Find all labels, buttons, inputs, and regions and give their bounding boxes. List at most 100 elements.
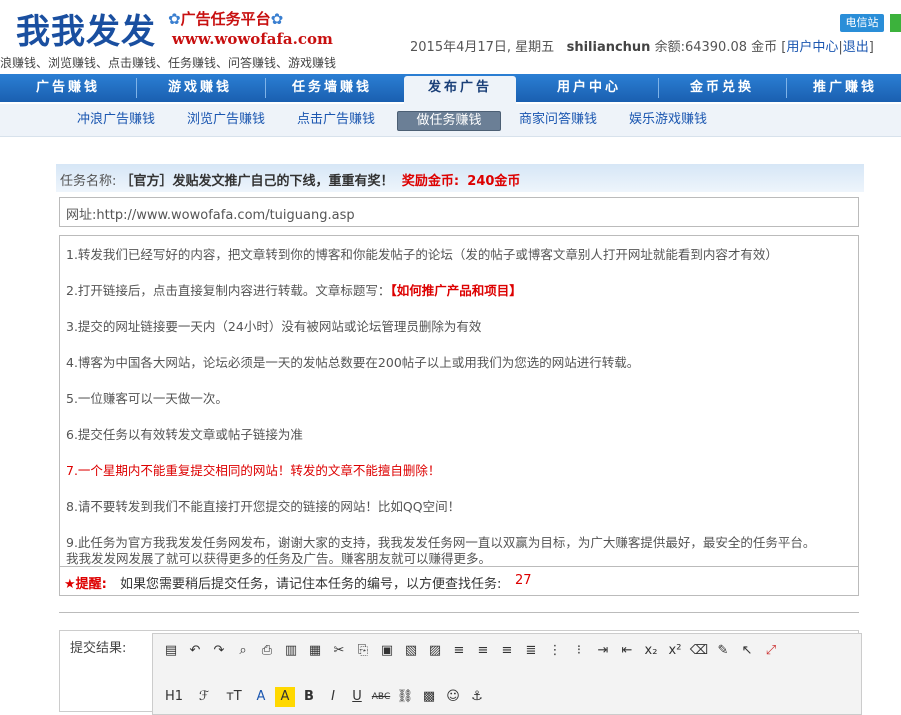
align-justify-icon[interactable]: ≣ <box>521 641 541 661</box>
rule-3: 3.提交的网址链接要一天内（24小时）没有被网站或论坛管理员删除为有效 <box>66 319 482 334</box>
italic-button[interactable]: I <box>323 687 343 707</box>
indent-icon[interactable]: ⇥ <box>593 641 613 661</box>
cut-icon[interactable]: ✂ <box>329 641 349 661</box>
submit-section: 提交结果: ▤ ↶ ↷ ⌕ ⎙ ▥ ▦ ✂ ⎘ ▣ ▧ ▨ ≡ ≡ ≡ ≣ ⋮ … <box>59 630 862 715</box>
nav-item-game-earn[interactable]: 游戏赚钱 <box>140 74 260 102</box>
highlight-color-button[interactable]: A <box>275 687 295 707</box>
username: shilianchun <box>566 40 651 55</box>
nav-divider <box>786 78 787 98</box>
rule-8: 8.请不要转发到我们不能直接打开您提交的链接的网站！比如QQ空间！ <box>66 499 461 514</box>
undo-icon[interactable]: ↶ <box>185 641 205 661</box>
rule-2: 2.打开链接后，点击直接复制内容进行转载。文章标题写：【如何推广产品和项目】 <box>66 280 522 299</box>
site-tagline: 浪赚钱、浏览赚钱、点击赚钱、任务赚钱、问答赚钱、游戏赚钱 <box>0 56 337 70</box>
task-url[interactable]: 网址:http://www.wowofafa.com/tuiguang.asp <box>66 204 355 223</box>
rule-1: 1.转发我们已经写好的内容，把文章转到你的博客和你能发帖子的论坛（发的帖子或博客… <box>66 247 778 262</box>
align-right-icon[interactable]: ≡ <box>497 641 517 661</box>
nav-divider <box>265 78 266 98</box>
task-name-label: 任务名称: <box>60 174 117 189</box>
subnav-item-surf-ad[interactable]: 冲浪广告赚钱 <box>70 111 162 129</box>
task-id: 27 <box>515 573 532 588</box>
strikethrough-button[interactable]: ABC <box>371 687 391 707</box>
rule-2-text: 2.打开链接后，点击直接复制内容进行转载。文章标题写： <box>66 283 391 298</box>
task-title-line: 任务名称: ［官方］发贴发文推广自己的下线，重重有奖！ 奖励金币: 240金币 <box>60 170 520 189</box>
task-url-box: 网址:http://www.wowofafa.com/tuiguang.asp <box>59 197 859 227</box>
nav-item-user-center[interactable]: 用户中心 <box>524 74 654 102</box>
paste-text-icon[interactable]: ▧ <box>401 641 421 661</box>
netcom-site-button[interactable] <box>890 14 901 32</box>
template-icon[interactable]: ▥ <box>281 641 301 661</box>
user-bar: 2015年4月17日, 星期五 shilianchun 余额:64390.08 … <box>410 40 874 55</box>
image-icon[interactable]: ▩ <box>419 687 439 707</box>
current-date: 2015年4月17日, 星期五 <box>410 40 555 55</box>
reminder-bar: ★提醒: 如果您需要稍后提交任务，请记住本任务的编号，以方便查找任务: 27 <box>59 566 859 596</box>
logout-link[interactable]: 退出 <box>843 40 869 55</box>
gear-icon: ✿ <box>270 10 284 28</box>
rule-5: 5.一位赚客可以一天做一次。 <box>66 391 228 406</box>
copy-icon[interactable]: ⎘ <box>353 641 373 661</box>
pointer-icon[interactable]: ↖ <box>737 641 757 661</box>
link-icon[interactable]: ⛓ <box>395 687 415 707</box>
outdent-icon[interactable]: ⇤ <box>617 641 637 661</box>
subscript-icon[interactable]: x₂ <box>641 641 661 661</box>
paste-icon[interactable]: ▣ <box>377 641 397 661</box>
main-nav: 广告赚钱 游戏赚钱 任务墙赚钱 发布广告 用户中心 金币兑换 推广赚钱 <box>0 74 901 106</box>
align-center-icon[interactable]: ≡ <box>473 641 493 661</box>
heading-dropdown[interactable]: H1 <box>161 687 187 707</box>
fullscreen-icon[interactable]: ⤢ <box>761 641 781 661</box>
anchor-icon[interactable]: ⚓ <box>467 687 487 707</box>
paste-word-icon[interactable]: ▨ <box>425 641 445 661</box>
font-family-dropdown[interactable]: ℱ <box>191 687 217 707</box>
redo-icon[interactable]: ↷ <box>209 641 229 661</box>
subnav-item-do-task[interactable]: 做任务赚钱 <box>397 111 501 131</box>
font-size-dropdown[interactable]: тT <box>221 687 247 707</box>
task-name: ［官方］发贴发文推广自己的下线，重重有奖！ <box>120 174 394 189</box>
nav-item-taskwall-earn[interactable]: 任务墙赚钱 <box>268 74 396 102</box>
ordered-list-icon[interactable]: ⋮ <box>545 641 565 661</box>
select-all-icon[interactable]: ✎ <box>713 641 733 661</box>
nav-divider <box>136 78 137 98</box>
subnav-item-click-ad[interactable]: 点击广告赚钱 <box>290 111 382 129</box>
subnav-item-browse-ad[interactable]: 浏览广告赚钱 <box>180 111 272 129</box>
reminder-label: ★提醒: <box>64 577 107 592</box>
code-icon[interactable]: ▦ <box>305 641 325 661</box>
site-logo[interactable]: 我我发发 <box>16 4 156 53</box>
submit-label: 提交结果: <box>70 641 127 656</box>
rule-9-line-2: 我我发发网发展了就可以获得更多的任务及广告。赚客朋友就可以赚得更多。 <box>66 551 492 566</box>
divider <box>59 612 859 613</box>
task-title-bar: 任务名称: ［官方］发贴发文推广自己的下线，重重有奖！ 奖励金币: 240金币 <box>56 164 864 192</box>
source-icon[interactable]: ▤ <box>161 641 181 661</box>
reward-label: 奖励金币: <box>401 174 460 189</box>
align-left-icon[interactable]: ≡ <box>449 641 469 661</box>
nav-item-promote-earn[interactable]: 推广赚钱 <box>790 74 900 102</box>
subnav-item-qa[interactable]: 商家问答赚钱 <box>512 111 604 129</box>
logo-subtitle: ✿广告任务平台✿ <box>168 8 283 29</box>
nav-item-ad-earn[interactable]: 广告赚钱 <box>4 74 132 102</box>
rule-6: 6.提交任务以有效转发文章或帖子链接为准 <box>66 427 303 442</box>
rule-2-title: 【如何推广产品和项目】 <box>390 283 522 298</box>
nav-item-publish-ad[interactable]: 发布广告 <box>404 76 516 106</box>
rule-7: 7.一个星期内不能重复提交相同的网站！转发的文章不能擅自删除！ <box>66 463 441 478</box>
sub-nav: 冲浪广告赚钱 浏览广告赚钱 点击广告赚钱 做任务赚钱 商家问答赚钱 娱乐游戏赚钱 <box>0 104 901 137</box>
reminder-text: 如果您需要稍后提交任务，请记住本任务的编号，以方便查找任务: <box>120 577 502 592</box>
nav-divider <box>658 78 659 98</box>
editor-toolbar-row-2: H1 ℱ тT A A B I U ABC ⛓ ▩ ☺ ⚓ <box>161 686 487 708</box>
logo-url: www.wowofafa.com <box>172 30 333 48</box>
print-icon[interactable]: ⎙ <box>257 641 277 661</box>
gear-icon: ✿ <box>168 10 181 28</box>
rule-4: 4.博客为中国各大网站，论坛必须是一天的发帖总数要在200帖子以上或用我们为您选… <box>66 355 640 370</box>
unordered-list-icon[interactable]: ⁝ <box>569 641 589 661</box>
bold-button[interactable]: B <box>299 687 319 707</box>
telecom-site-button[interactable]: 电信站 <box>840 14 884 32</box>
text-color-button[interactable]: A <box>251 687 271 707</box>
user-center-link[interactable]: 用户中心 <box>786 40 838 55</box>
smiley-icon[interactable]: ☺ <box>443 687 463 707</box>
preview-icon[interactable]: ⌕ <box>233 641 253 661</box>
clear-format-icon[interactable]: ⌫ <box>689 641 709 661</box>
logo-subtitle-text: 广告任务平台 <box>180 10 271 28</box>
underline-button[interactable]: U <box>347 687 367 707</box>
superscript-icon[interactable]: x² <box>665 641 685 661</box>
task-rules: 1.转发我们已经写好的内容，把文章转到你的博客和你能发帖子的论坛（发的帖子或博客… <box>59 235 859 566</box>
reward-amount: 240金币 <box>467 174 521 189</box>
nav-item-coin-exchange[interactable]: 金币兑换 <box>662 74 782 102</box>
subnav-item-games[interactable]: 娱乐游戏赚钱 <box>622 111 714 129</box>
